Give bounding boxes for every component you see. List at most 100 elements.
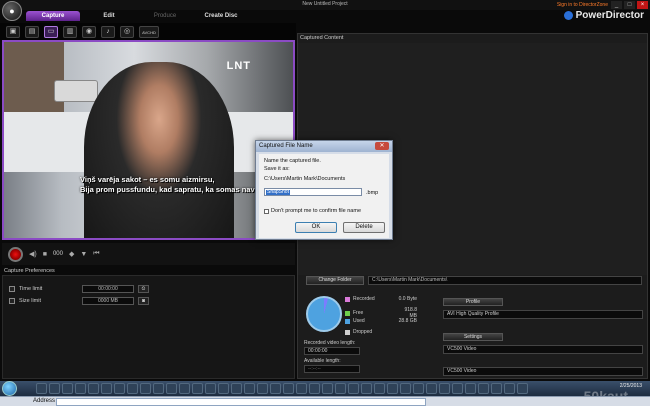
tab-create-disc[interactable]: Create Disc [194,11,248,21]
stop-icon[interactable]: ■ [43,251,47,258]
taskbar-app-icon[interactable] [283,383,294,394]
size-limit-checkbox[interactable] [9,298,15,304]
volume-icon[interactable]: ◀) [29,250,37,258]
taskbar-app-icon[interactable] [361,383,372,394]
size-limit-unit: MB [110,298,119,304]
taskbar-app-icon[interactable] [36,383,47,394]
title-bar: New Untitled Project Sign in to Director… [0,0,650,10]
taskbar-app-icon[interactable] [179,383,190,394]
taskbar-app-icon[interactable] [114,383,125,394]
taskbar-app-icon[interactable] [413,383,424,394]
tab-capture[interactable]: Capture [26,11,80,21]
settings-field-2[interactable]: VC500 Video [443,367,643,376]
taskbar-app-icon[interactable] [309,383,320,394]
dont-prompt-checkbox-row[interactable]: Don't prompt me to confirm file name [264,208,361,214]
time-limit-input[interactable]: 00:00:00 [82,285,134,293]
profile-field[interactable]: AVI High Quality Profile [443,310,643,319]
address-input[interactable] [56,398,426,406]
camera-icon[interactable]: ◙ [138,297,149,305]
legend-dropped: Dropped [345,329,397,335]
taskbar-app-icon[interactable] [166,383,177,394]
maximize-button[interactable]: □ [624,1,635,9]
taskbar-app-icon[interactable] [322,383,333,394]
dialog-title: Captured File Name [256,141,392,152]
taskbar-app-icon[interactable] [257,383,268,394]
taskbar-app-icon[interactable] [426,383,437,394]
timecode: 000 [52,251,63,257]
taskbar-app-icon[interactable] [127,383,138,394]
taskbar-app-icon[interactable] [374,383,385,394]
rewind-icon[interactable]: ⏮ [93,250,99,258]
taskbar-app-icon[interactable] [62,383,73,394]
settings-button[interactable]: Settings [443,333,503,341]
taskbar-app-icon[interactable] [88,383,99,394]
taskbar-app-icon[interactable] [75,383,86,394]
clock-icon[interactable]: ⏲ [138,285,149,293]
legend-recorded: Recorded 0.0 Byte [345,296,417,302]
hdv-camcorder-icon[interactable]: ▤ [25,25,39,38]
taskbar-app-icon[interactable] [101,383,112,394]
microphone-icon[interactable]: ♪ [101,25,115,38]
taskbar-app-icon[interactable] [517,383,528,394]
window-controls: _ □ × [611,1,648,9]
settings-field-1[interactable]: VC500 Video [443,345,643,354]
webcam-icon[interactable]: ◉ [82,25,96,38]
dv-camcorder-icon[interactable]: ▣ [6,25,20,38]
taskbar-app-icon[interactable] [335,383,346,394]
capture-preferences-panel: Time limit 00:00:00 ⏲ Size limit 0000 MB… [2,275,295,379]
taskbar-app-icon[interactable] [192,383,203,394]
profile-button[interactable]: Profile [443,298,503,306]
window-title: New Untitled Project [302,1,348,7]
available-length-label: Available length: [304,358,341,364]
ok-button[interactable]: OK [295,222,337,233]
taskbar-app-icon[interactable] [452,383,463,394]
dropdown-icon[interactable]: ▼ [80,251,87,258]
tab-edit[interactable]: Edit [82,11,136,21]
brand-logo-icon [563,11,573,20]
available-length-value: --:--:-- [304,365,360,373]
app-logo-icon[interactable]: ● [2,1,22,21]
taskbar-app-icon[interactable] [491,383,502,394]
size-limit-value: 0000 [97,298,110,304]
filename-input[interactable]: SnapShot [264,188,362,196]
taskbar-app-icon[interactable] [140,383,151,394]
size-limit-input[interactable]: 0000 MB [82,297,134,305]
taskbar-app-icon[interactable] [231,383,242,394]
taskbar-app-icon[interactable] [153,383,164,394]
taskbar-app-icon[interactable] [439,383,450,394]
record-button[interactable] [8,246,23,262]
cd-icon[interactable]: ◎ [120,25,134,38]
taskbar-app-icon[interactable] [478,383,489,394]
tab-produce[interactable]: Produce [138,11,192,21]
minimize-button[interactable]: _ [611,1,622,9]
tv-icon[interactable]: ▭ [44,25,58,38]
captured-content-label: Captured Content [300,35,344,41]
taskbar-app-icon[interactable] [400,383,411,394]
taskbar-app-icon[interactable] [465,383,476,394]
taskbar-app-icon[interactable] [504,383,515,394]
taskbar-app-icon[interactable] [296,383,307,394]
sign-in-link[interactable]: Sign in to DirectorZone [557,2,608,8]
taskbar-app-icon[interactable] [387,383,398,394]
taskbar-app-icon[interactable] [49,383,60,394]
avchd-icon[interactable]: AVCHD [139,25,159,38]
taskbar-app-icon[interactable] [270,383,281,394]
digital-tv-icon[interactable]: ▥ [63,25,77,38]
taskbar-app-icon[interactable] [348,383,359,394]
folder-path-field[interactable]: C:\Users\Martin Mark\Documents\ [368,276,642,285]
mode-tabs: Capture Edit Produce Create Disc [26,11,250,21]
video-preview: LNT Viņš varēja sakot – es somu aizmirsu… [2,40,295,240]
taskbar-app-icon[interactable] [218,383,229,394]
change-folder-button[interactable]: Change Folder [306,276,364,285]
delete-button[interactable]: Delete [343,222,385,233]
dont-prompt-checkbox[interactable] [264,208,269,214]
dialog-close-button[interactable]: ✕ [375,142,389,150]
recorded-length-value: 00:00:00 [304,347,360,355]
capture-icon[interactable]: ◆ [69,250,74,258]
start-button-icon[interactable] [2,381,17,396]
recorded-length-label: Recorded video length: [304,340,356,346]
time-limit-checkbox[interactable] [9,286,15,292]
taskbar-app-icon[interactable] [205,383,216,394]
close-button[interactable]: × [637,1,648,9]
taskbar-app-icon[interactable] [244,383,255,394]
